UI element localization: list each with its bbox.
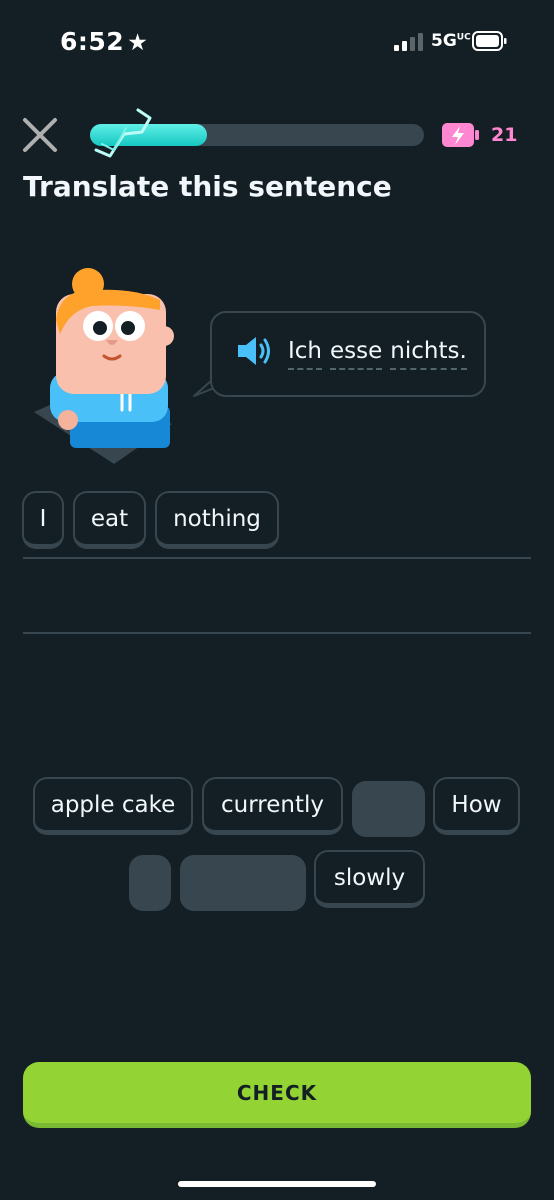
check-button[interactable]: CHECK — [23, 1062, 531, 1128]
word-bank-slot-empty — [180, 855, 306, 911]
cell-signal-icon — [394, 33, 423, 51]
word-bank-slot-empty — [352, 781, 425, 837]
time-text: 6:52 — [60, 27, 125, 56]
network-type: 5GUC — [431, 31, 471, 51]
word-bank-tile[interactable]: How — [433, 777, 520, 835]
word-bank-tile[interactable]: slowly — [314, 850, 425, 908]
status-bar: 6:52 ★ 5GUC — [0, 0, 554, 80]
prompt-word[interactable]: Ich — [288, 338, 323, 370]
word-bank-slot-empty — [129, 855, 171, 911]
prompt-word[interactable]: nichts. — [390, 338, 467, 370]
answer-line — [23, 557, 531, 559]
answer-tile[interactable]: eat — [73, 491, 146, 549]
answer-line — [23, 632, 531, 634]
network-sup: UC — [456, 32, 471, 43]
answer-tile[interactable]: I — [22, 491, 64, 549]
character-illustration — [34, 268, 174, 464]
battery-icon — [472, 31, 507, 51]
network-label: 5G — [431, 31, 457, 51]
close-icon[interactable] — [20, 115, 60, 155]
progress-sparkle-icon — [94, 108, 152, 158]
prompt-word[interactable]: esse — [330, 338, 383, 370]
prompt-sentence: Ich esse nichts. — [288, 338, 467, 370]
answer-tile[interactable]: nothing — [155, 491, 279, 549]
energy-battery-icon — [442, 123, 479, 147]
speaker-icon[interactable] — [234, 333, 274, 369]
speech-bubble: Ich esse nichts. — [210, 311, 486, 397]
word-bank-tile[interactable]: apple cake — [33, 777, 193, 835]
challenge-title: Translate this sentence — [23, 170, 392, 203]
energy-count: 21 — [491, 124, 518, 146]
star-icon: ★ — [127, 30, 149, 56]
word-bank-tile[interactable]: currently — [202, 777, 343, 835]
home-indicator[interactable] — [178, 1181, 376, 1187]
status-time: 6:52 ★ — [60, 27, 148, 56]
